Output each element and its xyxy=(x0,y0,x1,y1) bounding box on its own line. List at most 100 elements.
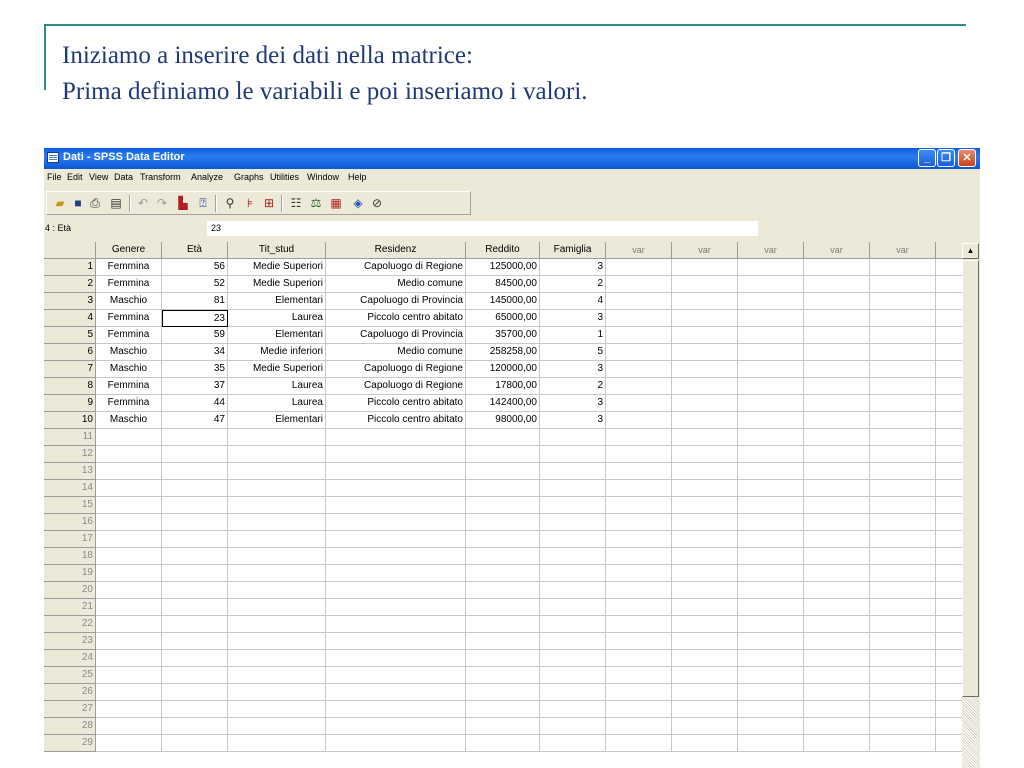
grid-cell[interactable] xyxy=(804,548,870,565)
grid-cell[interactable] xyxy=(326,497,466,514)
grid-cell[interactable] xyxy=(738,701,804,718)
scroll-thumb[interactable] xyxy=(962,260,979,697)
grid-cell[interactable] xyxy=(228,616,326,633)
variables-icon[interactable]: ⍰ xyxy=(195,195,211,211)
grid-cell[interactable] xyxy=(540,684,606,701)
split-file-icon[interactable]: ☷ xyxy=(288,195,304,211)
column-header-empty-var[interactable]: var xyxy=(804,242,870,259)
grid-cell[interactable] xyxy=(870,361,936,378)
grid-cell[interactable] xyxy=(804,395,870,412)
grid-cell[interactable] xyxy=(870,446,936,463)
grid-cell[interactable] xyxy=(326,582,466,599)
grid-cell[interactable]: Maschio xyxy=(96,412,162,429)
weight-cases-icon[interactable]: ⚖ xyxy=(308,195,324,211)
grid-cell[interactable]: Elementari xyxy=(228,327,326,344)
grid-cell[interactable] xyxy=(738,395,804,412)
grid-cell[interactable] xyxy=(606,514,672,531)
grid-cell[interactable] xyxy=(540,599,606,616)
grid-cell[interactable]: 98000,00 xyxy=(466,412,540,429)
grid-cell[interactable] xyxy=(672,633,738,650)
row-number[interactable]: 24 xyxy=(44,650,96,667)
row-number[interactable]: 28 xyxy=(44,718,96,735)
grid-cell[interactable] xyxy=(162,633,228,650)
minimize-button[interactable]: _ xyxy=(918,149,936,167)
grid-cell[interactable] xyxy=(804,412,870,429)
grid-cell[interactable] xyxy=(672,361,738,378)
column-header-famiglia[interactable]: Famiglia xyxy=(540,242,606,259)
grid-cell[interactable] xyxy=(96,531,162,548)
grid-cell[interactable] xyxy=(672,599,738,616)
grid-cell[interactable]: 3 xyxy=(540,395,606,412)
grid-cell[interactable] xyxy=(738,616,804,633)
grid-cell[interactable] xyxy=(540,429,606,446)
grid-cell[interactable] xyxy=(96,633,162,650)
grid-cell[interactable]: Capoluogo di Provincia xyxy=(326,293,466,310)
row-number[interactable]: 9 xyxy=(44,395,96,412)
grid-cell[interactable] xyxy=(606,344,672,361)
grid-cell[interactable] xyxy=(738,412,804,429)
grid-cell[interactable] xyxy=(606,446,672,463)
grid-cell[interactable] xyxy=(738,718,804,735)
grid-cell[interactable] xyxy=(804,344,870,361)
grid-cell[interactable] xyxy=(540,616,606,633)
grid-cell[interactable] xyxy=(672,650,738,667)
grid-cell[interactable] xyxy=(466,701,540,718)
grid-cell[interactable] xyxy=(672,616,738,633)
grid-cell[interactable] xyxy=(162,548,228,565)
grid-cell[interactable] xyxy=(738,531,804,548)
grid-cell[interactable] xyxy=(672,735,738,752)
grid-cell[interactable] xyxy=(738,310,804,327)
grid-cell[interactable] xyxy=(804,735,870,752)
grid-cell[interactable] xyxy=(96,599,162,616)
row-number[interactable]: 26 xyxy=(44,684,96,701)
grid-cell[interactable]: 1 xyxy=(540,327,606,344)
grid-cell[interactable] xyxy=(326,429,466,446)
grid-cell[interactable]: Laurea xyxy=(228,395,326,412)
grid-cell[interactable] xyxy=(96,667,162,684)
row-number[interactable]: 4 xyxy=(44,310,96,327)
grid-cell[interactable] xyxy=(870,667,936,684)
grid-cell[interactable] xyxy=(870,531,936,548)
grid-cell[interactable] xyxy=(804,497,870,514)
grid-cell[interactable]: Femmina xyxy=(96,276,162,293)
grid-corner[interactable] xyxy=(44,242,96,259)
grid-cell[interactable] xyxy=(326,565,466,582)
grid-cell[interactable] xyxy=(738,633,804,650)
grid-cell[interactable] xyxy=(672,701,738,718)
grid-cell[interactable] xyxy=(672,548,738,565)
grid-cell[interactable] xyxy=(162,599,228,616)
grid-cell[interactable] xyxy=(228,667,326,684)
column-header-empty-var[interactable]: var xyxy=(672,242,738,259)
grid-cell[interactable]: 35700,00 xyxy=(466,327,540,344)
grid-cell[interactable] xyxy=(466,667,540,684)
grid-cell[interactable]: 56 xyxy=(162,259,228,276)
menu-file[interactable]: File xyxy=(47,172,62,182)
grid-cell[interactable] xyxy=(804,667,870,684)
grid-cell[interactable] xyxy=(738,514,804,531)
grid-cell[interactable] xyxy=(870,310,936,327)
grid-cell[interactable] xyxy=(228,531,326,548)
grid-cell[interactable] xyxy=(540,582,606,599)
row-number[interactable]: 1 xyxy=(44,259,96,276)
grid-cell[interactable] xyxy=(804,684,870,701)
use-sets-icon[interactable]: ⊘ xyxy=(369,195,385,211)
grid-cell[interactable] xyxy=(540,650,606,667)
grid-cell[interactable]: 17800,00 xyxy=(466,378,540,395)
grid-cell[interactable]: 23 xyxy=(162,310,228,327)
grid-cell[interactable] xyxy=(672,684,738,701)
grid-cell[interactable]: Femmina xyxy=(96,310,162,327)
grid-cell[interactable] xyxy=(96,616,162,633)
grid-cell[interactable] xyxy=(672,582,738,599)
grid-cell[interactable]: 2 xyxy=(540,378,606,395)
grid-cell[interactable] xyxy=(326,633,466,650)
grid-cell[interactable] xyxy=(804,582,870,599)
grid-cell[interactable] xyxy=(738,293,804,310)
row-number[interactable]: 29 xyxy=(44,735,96,752)
column-header-empty-var[interactable]: var xyxy=(738,242,804,259)
grid-cell[interactable] xyxy=(672,718,738,735)
grid-cell[interactable] xyxy=(326,531,466,548)
grid-cell[interactable]: Femmina xyxy=(96,327,162,344)
grid-cell[interactable] xyxy=(870,701,936,718)
grid-cell[interactable] xyxy=(540,497,606,514)
grid-cell[interactable] xyxy=(326,514,466,531)
